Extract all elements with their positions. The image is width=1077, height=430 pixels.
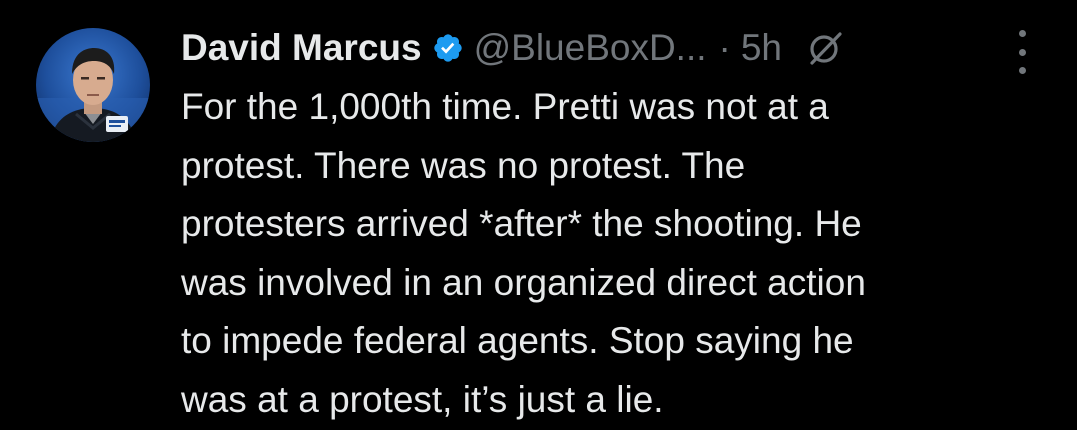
tweet-text-line: was involved in an organized direct acti… <box>181 261 866 303</box>
more-options-icon[interactable] <box>1010 30 1034 74</box>
avatar[interactable] <box>36 28 150 142</box>
tweet-text-line: protesters arrived *after* the shooting.… <box>181 203 862 245</box>
more-dot <box>1018 48 1026 56</box>
tweet-text-line: For the 1,000th time. Pretti was not at … <box>181 86 829 127</box>
tweet-timestamp[interactable]: 5h <box>741 22 782 74</box>
tweet-text-line: to impede federal agents. Stop saying he <box>181 320 854 362</box>
tweet[interactable]: David Marcus @BlueBoxD... · 5h For the 1… <box>0 0 1077 420</box>
author-display-name[interactable]: David Marcus <box>181 22 422 74</box>
author-handle[interactable]: @BlueBoxD... <box>474 22 707 74</box>
tweet-header: David Marcus @BlueBoxD... · 5h <box>181 22 842 74</box>
verified-badge-icon[interactable] <box>432 32 464 64</box>
tweet-text-line: protest. There was no protest. The <box>181 144 746 186</box>
grok-icon[interactable] <box>808 31 842 65</box>
tweet-text: For the 1,000th time. Pretti was not at … <box>181 78 1061 430</box>
separator-dot: · <box>718 27 731 68</box>
more-dot <box>1018 67 1026 74</box>
tweet-text-line: was at a protest, it’s just a lie. <box>181 378 664 420</box>
more-dot <box>1018 30 1026 37</box>
